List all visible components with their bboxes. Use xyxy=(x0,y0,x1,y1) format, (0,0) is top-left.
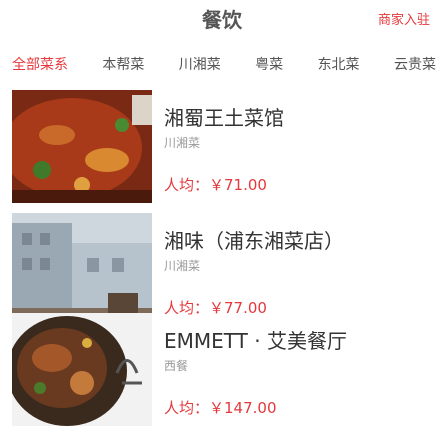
restaurant-thumbnail[interactable] xyxy=(12,213,152,326)
restaurant-card[interactable]: 湘蜀王土菜馆 川湘菜 人均：￥71.00 xyxy=(0,90,444,203)
building-photo-icon xyxy=(12,213,152,326)
restaurant-price: 人均：￥147.00 xyxy=(164,399,277,417)
restaurant-category: 川湘菜 xyxy=(164,136,201,150)
restaurant-name: 湘味（浦东湘菜店） xyxy=(164,229,344,253)
restaurant-price: 人均：￥71.00 xyxy=(164,176,267,194)
tab-yungui[interactable]: 云贵菜 xyxy=(394,54,436,74)
merchant-join-link[interactable]: 商家入驻 xyxy=(378,9,430,28)
tab-benbang[interactable]: 本帮菜 xyxy=(102,54,144,74)
restaurant-thumbnail[interactable] xyxy=(12,90,152,203)
tab-all-cuisines[interactable]: 全部菜系 xyxy=(12,54,68,74)
restaurant-card[interactable]: EMMETT · 艾美餐厅 西餐 人均：￥147.00 xyxy=(0,313,444,426)
spicy-dish-photo-icon xyxy=(12,90,152,203)
tab-yue[interactable]: 粤菜 xyxy=(255,54,283,74)
steak-dish-photo-icon xyxy=(12,313,152,426)
cuisine-tabs: 全部菜系 本帮菜 川湘菜 粤菜 东北菜 云贵菜 xyxy=(0,44,444,84)
restaurant-card[interactable]: 湘味（浦东湘菜店） 川湘菜 人均：￥77.00 xyxy=(0,213,444,326)
restaurant-category: 川湘菜 xyxy=(164,259,201,273)
restaurant-category: 西餐 xyxy=(164,359,189,373)
tab-dongbei[interactable]: 东北菜 xyxy=(318,54,360,74)
restaurant-name: 湘蜀王土菜馆 xyxy=(164,106,284,130)
restaurant-name: EMMETT · 艾美餐厅 xyxy=(164,329,347,353)
restaurant-thumbnail[interactable] xyxy=(12,313,152,426)
tab-chuanxiang[interactable]: 川湘菜 xyxy=(179,54,221,74)
top-header: 餐饮 商家入驻 xyxy=(0,0,444,44)
